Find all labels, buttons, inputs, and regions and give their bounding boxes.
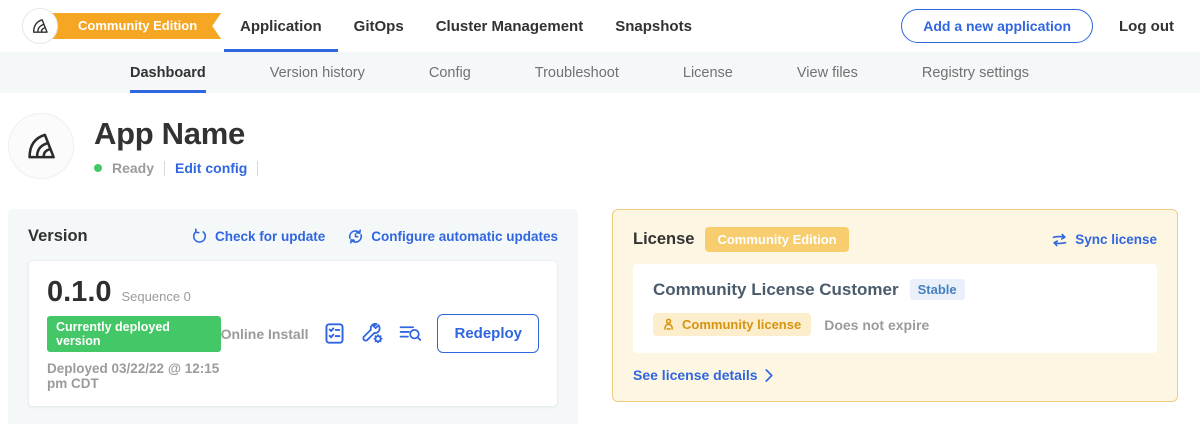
deploy-logs-icon[interactable]: [399, 322, 422, 345]
nav-item-snapshots[interactable]: Snapshots: [599, 0, 708, 52]
tab-license[interactable]: License: [683, 52, 733, 93]
nav-item-application[interactable]: Application: [224, 0, 338, 52]
divider: [257, 161, 258, 176]
app-status-row: Ready Edit config: [94, 160, 258, 176]
version-action-buttons: Online Install: [221, 314, 539, 353]
replicated-logo: [22, 8, 58, 44]
sequence-label: Sequence 0: [122, 289, 191, 304]
logout-link[interactable]: Log out: [1119, 18, 1174, 35]
community-edition-ribbon: Community Edition: [40, 13, 221, 39]
tab-version-history[interactable]: Version history: [270, 52, 365, 93]
configure-automatic-updates-link[interactable]: Configure automatic updates: [347, 228, 558, 245]
chevron-right-icon: [765, 369, 773, 382]
license-details-panel: Community License Customer Stable Commun…: [633, 264, 1157, 353]
license-type-row: Community license Does not expire: [653, 313, 1137, 336]
version-card: Version Check for update: [8, 209, 578, 424]
version-number-row: 0.1.0 Sequence 0: [47, 276, 221, 309]
see-license-details-link[interactable]: See license details: [633, 367, 1157, 383]
currently-deployed-badge: Currently deployed version: [47, 316, 221, 352]
app-avatar: [8, 113, 74, 179]
replicated-logo-icon: [30, 16, 50, 36]
dashboard-cards: Version Check for update: [0, 209, 1200, 424]
license-card-header: License Community Edition Sync license: [633, 227, 1157, 252]
redeploy-button[interactable]: Redeploy: [437, 314, 539, 353]
divider: [164, 161, 165, 176]
page-title: App Name: [94, 116, 258, 152]
check-for-update-link[interactable]: Check for update: [191, 228, 325, 245]
tab-dashboard[interactable]: Dashboard: [130, 52, 206, 93]
refresh-icon: [191, 228, 208, 245]
nav-item-gitops[interactable]: GitOps: [338, 0, 420, 52]
tab-registry-settings[interactable]: Registry settings: [922, 52, 1029, 93]
person-icon: [663, 318, 676, 331]
customer-name: Community License Customer: [653, 280, 899, 300]
community-edition-badge: Community Edition: [705, 227, 848, 252]
license-card-title: License: [633, 230, 694, 249]
version-number: 0.1.0: [47, 276, 112, 309]
top-navbar: Community Edition Application GitOps Clu…: [0, 0, 1200, 52]
add-new-application-button[interactable]: Add a new application: [901, 9, 1093, 43]
deployed-timestamp: Deployed 03/22/22 @ 12:15 pm CDT: [47, 361, 221, 391]
channel-badge: Stable: [910, 279, 965, 300]
app-header: App Name Ready Edit config: [0, 93, 1200, 179]
app-logo-icon: [23, 128, 59, 164]
sync-license-link[interactable]: Sync license: [1051, 232, 1157, 247]
edit-config-link[interactable]: Edit config: [175, 160, 247, 176]
version-card-title: Version: [28, 227, 88, 246]
preflight-checks-icon[interactable]: [323, 322, 346, 345]
nav-item-cluster-management[interactable]: Cluster Management: [420, 0, 600, 52]
version-card-header: Version Check for update: [28, 227, 558, 246]
license-card: License Community Edition Sync license C…: [612, 209, 1178, 402]
schedule-update-icon: [347, 228, 364, 245]
version-card-actions: Check for update Configure automatic upd…: [191, 228, 558, 245]
install-type-label: Online Install: [221, 326, 309, 342]
app-header-text: App Name Ready Edit config: [94, 116, 258, 176]
community-license-badge: Community license: [653, 313, 811, 336]
tab-view-files[interactable]: View files: [797, 52, 858, 93]
brand-logo-group: Community Edition: [22, 6, 180, 46]
topnav-right-actions: Add a new application Log out: [901, 9, 1200, 43]
version-info: 0.1.0 Sequence 0 Currently deployed vers…: [47, 276, 221, 391]
sync-arrows-icon: [1051, 233, 1068, 247]
tab-config[interactable]: Config: [429, 52, 471, 93]
config-tools-icon[interactable]: [361, 322, 384, 345]
expiration-text: Does not expire: [824, 317, 929, 333]
app-subnav: Dashboard Version history Config Trouble…: [0, 52, 1200, 93]
current-version-panel: 0.1.0 Sequence 0 Currently deployed vers…: [28, 260, 558, 407]
primary-nav: Application GitOps Cluster Management Sn…: [224, 0, 708, 52]
status-dot: [94, 164, 102, 172]
tab-troubleshoot[interactable]: Troubleshoot: [535, 52, 619, 93]
status-label: Ready: [112, 160, 154, 176]
customer-row: Community License Customer Stable: [653, 279, 1137, 300]
